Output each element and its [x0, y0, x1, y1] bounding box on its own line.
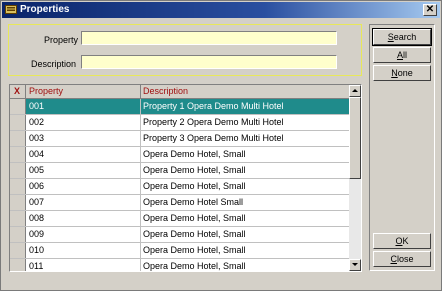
all-button-label: All [396, 50, 407, 60]
column-header-property[interactable]: Property [27, 85, 141, 98]
property-cell: 005 [27, 163, 141, 178]
property-cell: 007 [27, 195, 141, 210]
property-input[interactable] [81, 31, 337, 45]
description-cell: Opera Demo Hotel, Small [143, 181, 246, 191]
table-row[interactable]: 006 Opera Demo Hotel, Small [10, 179, 349, 195]
table-row[interactable]: 007 Opera Demo Hotel Small [10, 195, 349, 211]
scroll-down-icon[interactable] [349, 259, 361, 271]
row-select-cell[interactable] [10, 243, 26, 258]
description-cell: Property 1 Opera Demo Multi Hotel [143, 101, 284, 111]
grid-header: X Property Description [10, 85, 349, 99]
row-select-cell[interactable] [10, 115, 26, 130]
description-cell: Opera Demo Hotel Small [143, 197, 244, 207]
row-select-cell[interactable] [10, 227, 26, 242]
description-cell: Opera Demo Hotel, Small [143, 245, 246, 255]
row-select-cell[interactable] [10, 147, 26, 162]
all-button[interactable]: All [373, 47, 431, 63]
row-select-cell[interactable] [10, 163, 26, 178]
description-cell: Opera Demo Hotel, Small [143, 261, 246, 271]
row-select-cell[interactable] [10, 99, 26, 114]
table-row[interactable]: 003 Property 3 Opera Demo Multi Hotel [10, 131, 349, 147]
property-cell: 008 [27, 211, 141, 226]
description-cell: Property 3 Opera Demo Multi Hotel [143, 133, 284, 143]
description-cell: Opera Demo Hotel, Small [143, 229, 246, 239]
description-label: Description [31, 59, 77, 69]
property-cell: 011 [27, 259, 141, 271]
none-button[interactable]: None [373, 65, 431, 81]
property-cell: 001 [27, 99, 141, 114]
property-cell: 002 [27, 115, 141, 130]
scroll-up-icon[interactable] [349, 85, 361, 97]
vertical-scrollbar[interactable] [349, 85, 361, 271]
row-select-cell[interactable] [10, 179, 26, 194]
ok-button[interactable]: OK [373, 233, 431, 249]
search-button-label: Search [387, 32, 417, 42]
table-row[interactable]: 002 Property 2 Opera Demo Multi Hotel [10, 115, 349, 131]
close-button[interactable]: Close [373, 251, 431, 267]
property-cell: 003 [27, 131, 141, 146]
table-row[interactable]: 001 Property 1 Opera Demo Multi Hotel [10, 99, 349, 115]
table-row[interactable]: 008 Opera Demo Hotel, Small [10, 211, 349, 227]
table-row[interactable]: 005 Opera Demo Hotel, Small [10, 163, 349, 179]
table-row[interactable]: 004 Opera Demo Hotel, Small [10, 147, 349, 163]
property-cell: 004 [27, 147, 141, 162]
scrollbar-thumb[interactable] [349, 97, 361, 179]
property-cell: 009 [27, 227, 141, 242]
table-row[interactable]: 011 Opera Demo Hotel, Small [10, 259, 349, 271]
property-cell: 006 [27, 179, 141, 194]
column-header-marker[interactable]: X [10, 85, 26, 98]
close-button-label: Close [390, 254, 414, 264]
window-title: Properties [20, 4, 70, 15]
table-row[interactable]: 009 Opera Demo Hotel, Small [10, 227, 349, 243]
ok-button-label: OK [395, 236, 409, 246]
property-grid: X Property Description 001 Property 1 Ope… [9, 84, 362, 272]
row-select-cell[interactable] [10, 211, 26, 226]
column-header-description[interactable]: Description [141, 85, 349, 98]
property-cell: 010 [27, 243, 141, 258]
app-icon [5, 5, 17, 14]
description-cell: Property 2 Opera Demo Multi Hotel [143, 117, 284, 127]
description-input[interactable] [81, 55, 337, 69]
row-select-cell[interactable] [10, 195, 26, 210]
table-row[interactable]: 010 Opera Demo Hotel, Small [10, 243, 349, 259]
row-select-cell[interactable] [10, 259, 26, 271]
description-cell: Opera Demo Hotel, Small [143, 213, 246, 223]
property-label: Property [44, 35, 79, 45]
properties-dialog: Properties ✕ Property Description Search… [0, 0, 442, 291]
description-cell: Opera Demo Hotel, Small [143, 165, 246, 175]
title-bar: Properties ✕ [2, 2, 440, 18]
description-cell: Opera Demo Hotel, Small [143, 149, 246, 159]
row-select-cell[interactable] [10, 131, 26, 146]
search-button[interactable]: Search [372, 28, 432, 46]
none-button-label: None [391, 68, 413, 78]
close-window-button[interactable]: ✕ [423, 4, 437, 16]
